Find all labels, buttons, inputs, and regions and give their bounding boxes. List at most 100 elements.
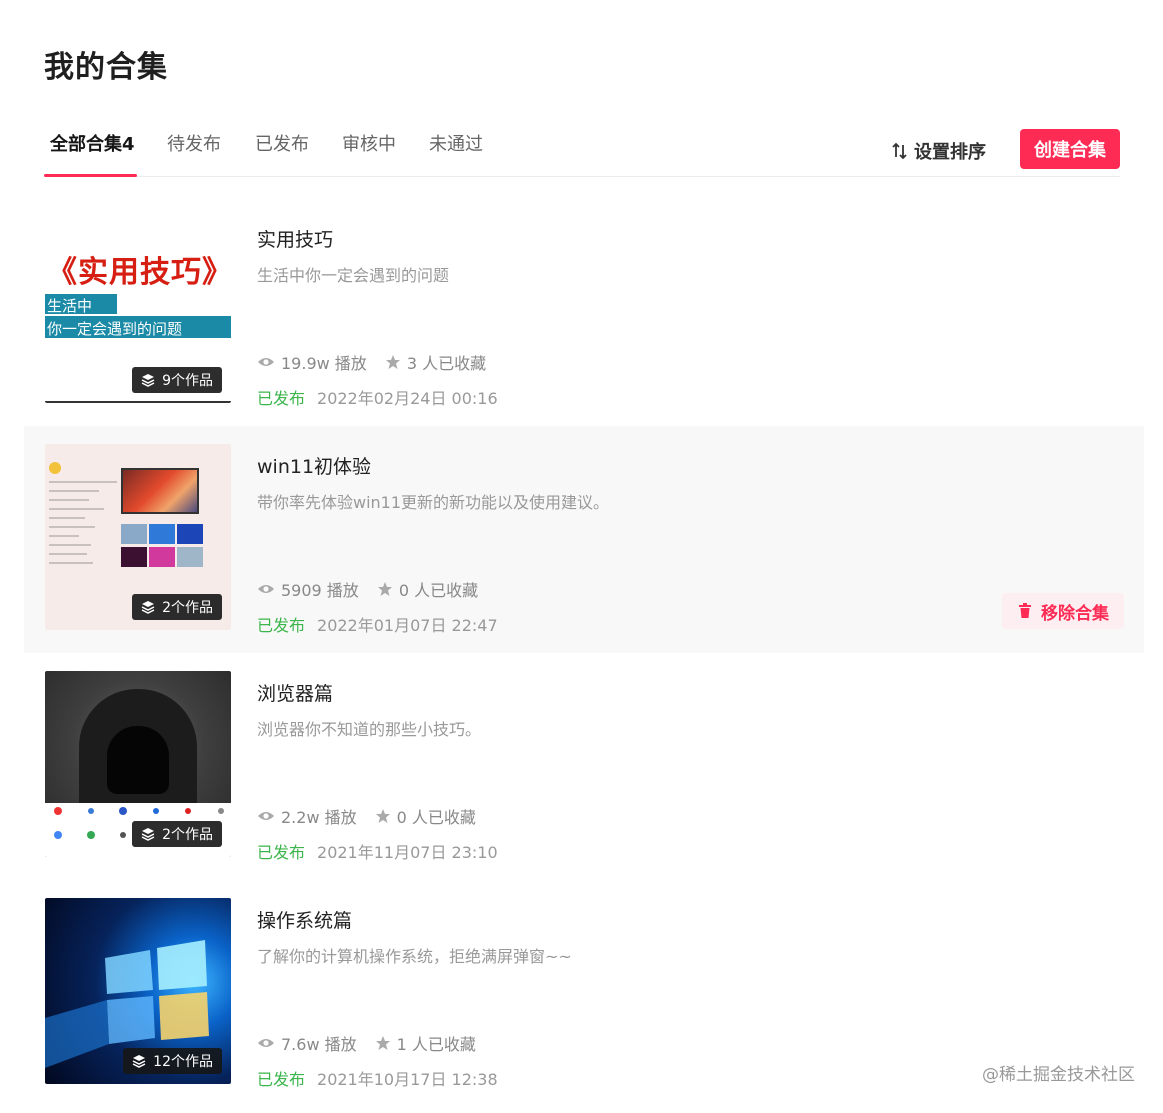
collection-cover[interactable]: 12个作品 [45, 898, 231, 1084]
sort-button[interactable]: 设置排序 [892, 138, 986, 164]
star-icon [375, 809, 390, 823]
sort-icon [892, 142, 907, 160]
collection-title[interactable]: 操作系统篇 [257, 906, 957, 933]
status-badge: 已发布 [257, 389, 306, 408]
collection-info: 操作系统篇 了解你的计算机操作系统，拒绝满屏弹窗~~ 7.6w 播放 1 人已收… [257, 906, 957, 1089]
collection-stats: 2.2w 播放 0 人已收藏 [257, 804, 494, 828]
cover-text-line: 生活中 [47, 297, 93, 315]
layers-icon [141, 374, 155, 387]
star-icon [375, 1036, 390, 1050]
eye-icon [258, 812, 274, 820]
publish-date: 2022年01月07日 22:47 [317, 616, 498, 635]
cover-line [49, 562, 93, 564]
tab-published[interactable]: 已发布 [255, 130, 309, 177]
collection-cover[interactable]: 2个作品 [45, 671, 231, 857]
star-icon [385, 355, 400, 369]
sort-label: 设置排序 [914, 142, 986, 163]
status-badge: 已发布 [257, 1070, 306, 1089]
works-count: 2个作品 [162, 827, 213, 843]
play-count: 7.6w 播放 [257, 1031, 357, 1055]
works-count-badge: 9个作品 [132, 367, 222, 393]
publish-date: 2021年11月07日 23:10 [317, 843, 498, 862]
fav-count-text: 0 人已收藏 [398, 581, 479, 600]
tab-all[interactable]: 全部合集4 [50, 130, 135, 177]
fav-count: 1 人已收藏 [375, 1031, 476, 1055]
collection-card[interactable]: 《实用技巧》 生活中 你一定会遇到的问题 9个作品 实用技巧 生活中你一定会遇到… [0, 199, 1163, 426]
play-count-text: 19.9w 播放 [281, 354, 367, 373]
collection-meta: 已发布 2021年10月17日 12:38 [257, 1066, 498, 1090]
collection-card[interactable]: 2个作品 win11初体验 带你率先体验win11更新的新功能以及使用建议。 5… [24, 426, 1144, 653]
collection-desc: 浏览器你不知道的那些小技巧。 [257, 720, 482, 739]
status-badge: 已发布 [257, 843, 306, 862]
play-count-text: 2.2w 播放 [281, 808, 357, 827]
works-count-badge: 2个作品 [132, 594, 222, 620]
cover-wallpaper-art [121, 468, 199, 514]
collection-meta: 已发布 2022年02月24日 00:16 [257, 385, 498, 409]
watermark: @稀土掘金技术社区 [982, 1065, 1135, 1085]
collection-title[interactable]: 实用技巧 [257, 225, 957, 252]
tab-rejected[interactable]: 未通过 [429, 130, 483, 177]
cover-line [49, 517, 85, 519]
works-count-badge: 2个作品 [132, 821, 222, 847]
layers-icon [141, 601, 155, 614]
active-tab-indicator [44, 174, 137, 177]
fav-count: 3 人已收藏 [385, 350, 486, 374]
cover-line [49, 553, 87, 555]
play-count-text: 7.6w 播放 [281, 1035, 357, 1054]
publish-date: 2021年10月17日 12:38 [317, 1070, 498, 1089]
cover-line [49, 508, 104, 510]
collection-info: 浏览器篇 浏览器你不知道的那些小技巧。 2.2w 播放 0 人已收藏 已发布 2… [257, 679, 957, 862]
cover-tile [149, 547, 175, 567]
fav-count-text: 0 人已收藏 [396, 808, 476, 827]
collection-title[interactable]: 浏览器篇 [257, 679, 957, 706]
collection-cover[interactable]: 《实用技巧》 生活中 你一定会遇到的问题 9个作品 [45, 217, 231, 403]
remove-collection-button[interactable]: 移除合集 [1002, 593, 1124, 629]
collection-title[interactable]: win11初体验 [257, 452, 957, 479]
collection-desc: 了解你的计算机操作系统，拒绝满屏弹窗~~ [257, 947, 572, 966]
cover-line [49, 499, 89, 501]
works-count-badge: 12个作品 [123, 1048, 222, 1074]
play-count: 2.2w 播放 [257, 804, 357, 828]
status-badge: 已发布 [257, 616, 306, 635]
fav-count: 0 人已收藏 [377, 577, 478, 601]
tab-pending[interactable]: 待发布 [167, 130, 221, 177]
collection-stats: 5909 播放 0 人已收藏 [257, 577, 496, 601]
cover-tile [177, 547, 203, 567]
collection-cover[interactable]: 2个作品 [45, 444, 231, 630]
tab-reviewing[interactable]: 审核中 [342, 130, 396, 177]
layers-icon [132, 1055, 146, 1068]
cover-tile [121, 524, 147, 544]
collection-info: win11初体验 带你率先体验win11更新的新功能以及使用建议。 5909 播… [257, 452, 957, 635]
cover-tile [121, 547, 147, 567]
collection-desc: 生活中你一定会遇到的问题 [257, 266, 450, 285]
remove-collection-label: 移除合集 [1041, 603, 1109, 624]
collection-list: 《实用技巧》 生活中 你一定会遇到的问题 9个作品 实用技巧 生活中你一定会遇到… [0, 199, 1163, 1107]
collection-card[interactable]: 2个作品 浏览器篇 浏览器你不知道的那些小技巧。 2.2w 播放 0 人已收藏 … [0, 653, 1163, 880]
collection-stats: 19.9w 播放 3 人已收藏 [257, 350, 504, 374]
fav-count-text: 3 人已收藏 [406, 354, 487, 373]
eye-icon [258, 585, 274, 593]
page-title: 我的合集 [44, 50, 168, 85]
avatar [49, 462, 61, 474]
works-count: 12个作品 [153, 1054, 213, 1070]
cover-line [49, 490, 99, 492]
eye-icon [258, 358, 274, 366]
collection-stats: 7.6w 播放 1 人已收藏 [257, 1031, 494, 1055]
play-count: 5909 播放 [257, 577, 359, 601]
tabs-bar: 全部合集4 待发布 已发布 审核中 未通过 设置排序 创建合集 [44, 120, 1120, 177]
collection-meta: 已发布 2021年11月07日 23:10 [257, 839, 498, 863]
fav-count-text: 1 人已收藏 [396, 1035, 476, 1054]
star-icon [377, 582, 392, 596]
works-count: 9个作品 [162, 373, 213, 389]
cover-line [49, 526, 95, 528]
play-count: 19.9w 播放 [257, 350, 367, 374]
collection-meta: 已发布 2022年01月07日 22:47 [257, 612, 498, 636]
cover-line [49, 481, 117, 483]
collection-info: 实用技巧 生活中你一定会遇到的问题 19.9w 播放 3 人已收藏 已发布 20… [257, 225, 957, 408]
create-collection-button[interactable]: 创建合集 [1020, 129, 1120, 169]
cover-tile [149, 524, 175, 544]
cover-text-line: 你一定会遇到的问题 [47, 320, 183, 338]
eye-icon [258, 1039, 274, 1047]
trash-icon [1019, 603, 1031, 618]
fav-count: 0 人已收藏 [375, 804, 476, 828]
